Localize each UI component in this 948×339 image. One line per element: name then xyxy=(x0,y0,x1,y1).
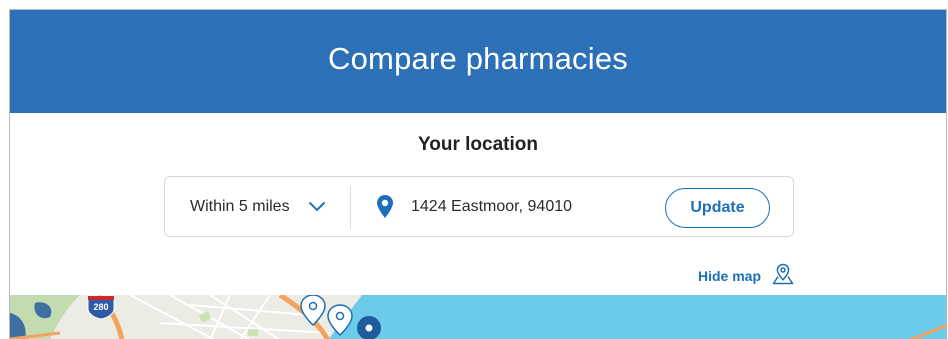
map-canvas: 280 xyxy=(10,295,946,339)
selected-pharmacy-marker[interactable] xyxy=(357,316,381,339)
radius-dropdown[interactable]: Within 5 miles xyxy=(165,177,350,236)
hide-map-toggle[interactable]: Hide map xyxy=(698,263,795,286)
interstate-280-shield: 280 xyxy=(87,295,115,320)
pharmacy-map[interactable]: 280 xyxy=(10,295,946,339)
map-bay-water xyxy=(328,295,946,339)
page-frame: Compare pharmacies Your location Within … xyxy=(9,9,947,339)
page-header: Compare pharmacies xyxy=(10,10,946,113)
search-card-divider xyxy=(350,186,351,229)
page-title: Compare pharmacies xyxy=(328,40,628,76)
location-search-card: Within 5 miles Update xyxy=(164,176,794,237)
highway-shield-label: 280 xyxy=(93,302,108,312)
radius-selected-value: Within 5 miles xyxy=(190,197,290,215)
update-button[interactable]: Update xyxy=(665,188,770,228)
map-pin-icon xyxy=(772,263,794,285)
chevron-down-icon xyxy=(308,201,326,212)
location-section-title: Your location xyxy=(418,134,538,155)
address-input[interactable] xyxy=(411,177,651,236)
hide-map-label: Hide map xyxy=(698,267,762,284)
map-park-patch xyxy=(248,329,258,336)
location-pin-icon xyxy=(377,195,393,218)
